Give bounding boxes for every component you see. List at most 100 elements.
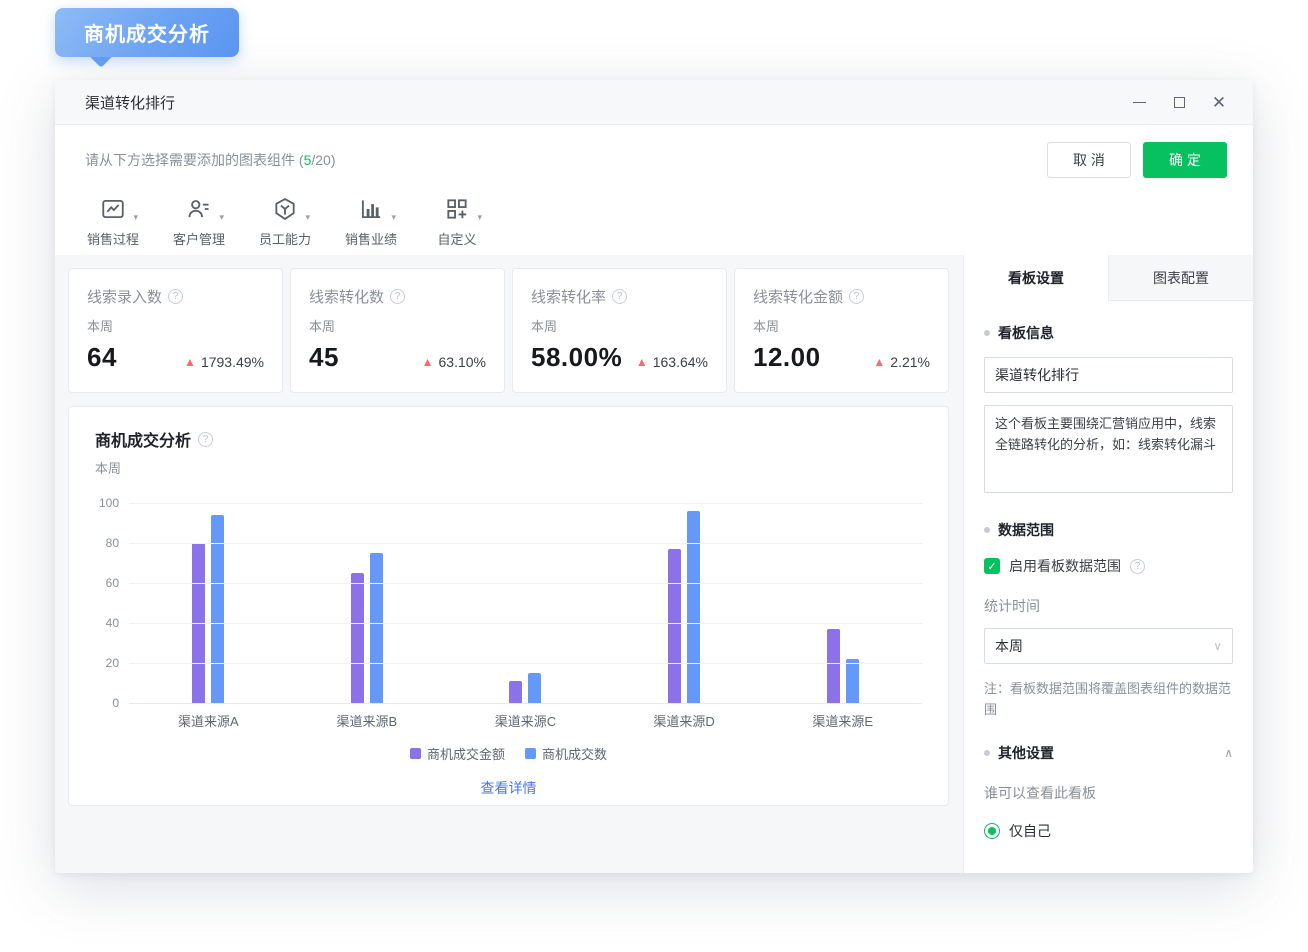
bullet-icon: [984, 330, 990, 336]
bar: [351, 573, 364, 703]
stat-card-period: 本周: [531, 316, 708, 335]
y-tick-label: 40: [106, 616, 119, 630]
x-category-label: 渠道来源A: [129, 711, 288, 730]
help-icon[interactable]: ?: [198, 432, 213, 447]
y-tick-label: 80: [106, 536, 119, 550]
toolbar-item-label: 销售过程: [87, 229, 139, 248]
dialog-titlebar: 渠道转化排行 ✕: [55, 80, 1253, 125]
arrow-up-icon: ▲: [873, 355, 885, 369]
tab-board-settings[interactable]: 看板设置: [964, 255, 1108, 301]
bar: [528, 673, 541, 703]
minimize-button[interactable]: [1131, 94, 1147, 110]
arrow-up-icon: ▲: [422, 355, 434, 369]
dialog-subheader: 请从下方选择需要添加的图表组件 (5/20) 取 消 确 定: [55, 125, 1253, 187]
arrow-up-icon: ▲: [184, 355, 196, 369]
stat-card-conversion-amount[interactable]: 线索转化金额 ? 本周 12.00 ▲2.21%: [734, 268, 949, 393]
board-name-input[interactable]: [984, 357, 1233, 393]
cancel-button[interactable]: 取 消: [1047, 142, 1131, 178]
chart-period: 本周: [95, 458, 922, 477]
stat-card-value: 12.00: [753, 342, 821, 373]
only-me-radio[interactable]: [984, 823, 1000, 839]
dialog-title: 渠道转化排行: [85, 92, 175, 113]
bar: [687, 511, 700, 703]
close-icon: ✕: [1212, 94, 1226, 111]
x-category-label: 渠道来源C: [446, 711, 605, 730]
toolbar-item-sales-process[interactable]: ▾ 销售过程: [85, 193, 141, 248]
channel-conversion-dialog: 渠道转化排行 ✕ 请从下方选择需要添加的图表组件 (5/20) 取 消 确 定 …: [55, 80, 1253, 873]
panel-tabs: 看板设置 图表配置: [964, 255, 1253, 301]
dashboard-preview-area: 线索录入数 ? 本周 64 ▲1793.49% 线索转化数 ? 本周: [55, 255, 963, 873]
radio-label: 仅自己: [1009, 821, 1051, 841]
plot-area: [129, 503, 922, 703]
help-icon[interactable]: ?: [612, 289, 627, 304]
visibility-label: 谁可以查看此看板: [984, 783, 1233, 803]
stat-card-value: 58.00%: [531, 342, 622, 373]
help-icon[interactable]: ?: [168, 289, 183, 304]
x-category-label: 渠道来源B: [288, 711, 447, 730]
bullet-icon: [984, 750, 990, 756]
settings-panel: 看板设置 图表配置 看板信息 这个看板主要围绕汇营销应用中，线索全链路转化的分析…: [963, 255, 1253, 873]
toolbar-item-customer-management[interactable]: ▾ 客户管理: [171, 193, 227, 248]
x-axis: 渠道来源A渠道来源B渠道来源C渠道来源D渠道来源E: [95, 711, 922, 730]
help-icon[interactable]: ?: [849, 289, 864, 304]
maximize-icon: [1174, 97, 1185, 108]
legend-item[interactable]: 商机成交金额: [410, 744, 505, 763]
stat-card-title: 线索转化数: [309, 286, 384, 307]
chevron-down-icon: ▾: [219, 212, 224, 223]
y-tick-label: 0: [112, 696, 119, 710]
grid-line: [129, 583, 922, 584]
trend-chart-icon: ▾: [96, 193, 130, 225]
help-icon[interactable]: ?: [1130, 559, 1145, 574]
grid-line: [129, 623, 922, 624]
close-button[interactable]: ✕: [1211, 94, 1227, 110]
stat-card-conversion-rate[interactable]: 线索转化率 ? 本周 58.00% ▲163.64%: [512, 268, 727, 393]
toolbar-item-custom[interactable]: ▾ 自定义: [429, 193, 485, 248]
custom-grid-plus-icon: ▾: [440, 193, 474, 225]
hint-text: 请从下方选择需要添加的图表组件 (: [85, 152, 304, 168]
time-range-label: 统计时间: [984, 596, 1233, 616]
legend-swatch: [525, 748, 536, 759]
stat-card-leads-converted[interactable]: 线索转化数 ? 本周 45 ▲63.10%: [290, 268, 505, 393]
tab-chart-config[interactable]: 图表配置: [1108, 255, 1253, 301]
dialog-actions: 取 消 确 定: [1047, 142, 1227, 178]
toolbar-item-label: 销售业绩: [345, 229, 397, 248]
stat-cards-row: 线索录入数 ? 本周 64 ▲1793.49% 线索转化数 ? 本周: [68, 268, 949, 393]
legend-item[interactable]: 商机成交数: [525, 744, 607, 763]
maximize-button[interactable]: [1171, 94, 1187, 110]
enable-data-range-checkbox[interactable]: ✓: [984, 558, 1000, 574]
stat-card-title: 线索转化率: [531, 286, 606, 307]
legend-label: 商机成交金额: [427, 744, 505, 763]
help-icon[interactable]: ?: [390, 289, 405, 304]
grid-line: [129, 703, 922, 704]
bar: [370, 553, 383, 703]
chevron-up-icon[interactable]: ∧: [1224, 746, 1233, 760]
toolbar-item-label: 客户管理: [173, 229, 225, 248]
feature-badge: 商机成交分析: [55, 8, 239, 57]
toolbar-item-sales-performance[interactable]: ▾ 销售业绩: [343, 193, 399, 248]
y-tick-label: 100: [99, 496, 119, 510]
view-details-link[interactable]: 查看详情: [95, 778, 922, 798]
chevron-down-icon: ∨: [1213, 639, 1222, 653]
time-range-value: 本周: [995, 636, 1023, 656]
stat-card-period: 本周: [309, 316, 486, 335]
time-range-select[interactable]: 本周 ∨: [984, 628, 1233, 664]
window-controls: ✕: [1131, 94, 1227, 110]
section-board-info: 看板信息: [998, 323, 1054, 343]
x-category-label: 渠道来源D: [605, 711, 764, 730]
confirm-button[interactable]: 确 定: [1143, 142, 1227, 178]
toolbar-item-label: 员工能力: [259, 229, 311, 248]
arrow-up-icon: ▲: [636, 355, 648, 369]
minimize-icon: [1133, 102, 1146, 103]
stat-card-delta: 2.21%: [890, 354, 930, 370]
stat-card-leads-entered[interactable]: 线索录入数 ? 本周 64 ▲1793.49%: [68, 268, 283, 393]
toolbar-item-employee-ability[interactable]: ▾ 员工能力: [257, 193, 313, 248]
deal-analysis-chart-card[interactable]: 商机成交分析 ? 本周 100806040200 渠道来源A渠道来源B渠道来源C…: [68, 406, 949, 806]
hint-total: /20): [311, 152, 335, 168]
stat-card-delta: 1793.49%: [201, 354, 264, 370]
stat-card-title: 线索转化金额: [753, 286, 843, 307]
component-category-toolbar: ▾ 销售过程 ▾ 客户管理 ▾: [55, 187, 1253, 255]
chart-title: 商机成交分析: [95, 427, 191, 451]
chevron-down-icon: ▾: [133, 212, 138, 223]
section-other-settings: 其他设置: [998, 743, 1054, 763]
board-desc-textarea[interactable]: 这个看板主要围绕汇营销应用中，线索全链路转化的分析，如：线索转化漏斗: [984, 405, 1233, 493]
